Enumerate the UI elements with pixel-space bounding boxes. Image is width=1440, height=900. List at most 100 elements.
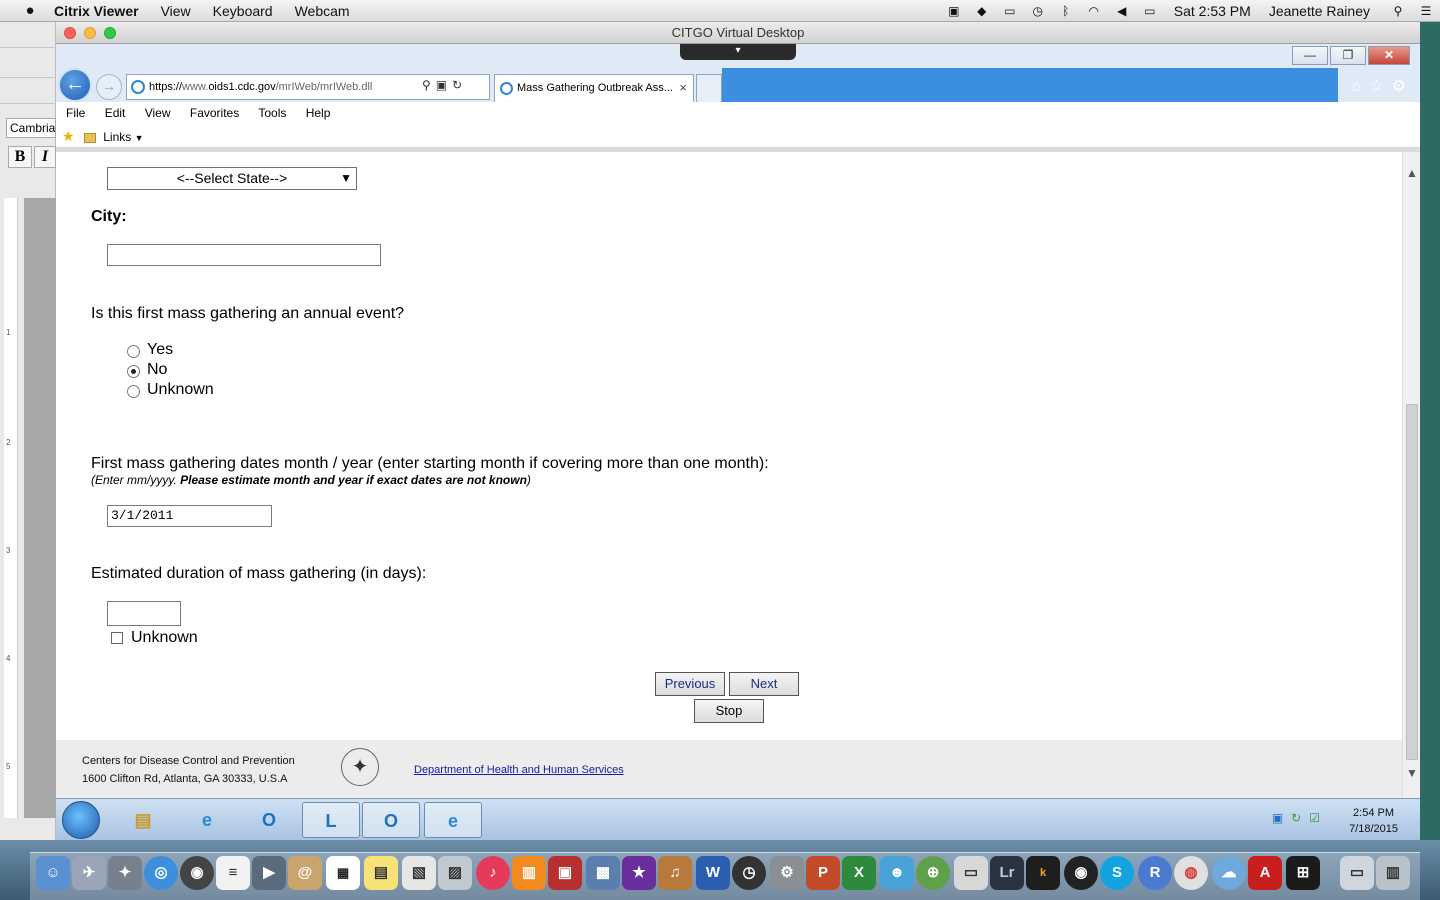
menu-edit[interactable]: Edit [105, 106, 126, 120]
photo-booth-icon[interactable]: ▣ [548, 856, 582, 890]
facetime-icon[interactable]: ▶ [252, 856, 286, 890]
tab-close-icon[interactable]: × [679, 75, 687, 101]
chevron-down-icon[interactable]: ▼ [135, 133, 144, 143]
contacts-people-icon[interactable]: ☻ [880, 856, 914, 890]
search-icon[interactable]: ⚲ [422, 78, 436, 92]
citrix-receiver-icon[interactable]: ⊞ [1286, 856, 1320, 890]
ie-restore-button[interactable]: ❐ [1330, 46, 1366, 65]
citrix-tray-icon[interactable]: ▣ [946, 4, 962, 18]
chrome-icon[interactable]: ◍ [1174, 856, 1208, 890]
menu-view-ie[interactable]: View [145, 106, 171, 120]
excel-icon[interactable]: X [842, 856, 876, 890]
menu-help[interactable]: Help [306, 106, 331, 120]
gear-icon[interactable]: ⚙ [1392, 78, 1414, 95]
new-tab-button[interactable] [696, 74, 722, 102]
tab-mass-gathering[interactable]: Mass Gathering Outbreak Ass... × [494, 74, 694, 102]
time-machine-icon[interactable]: ◷ [1030, 4, 1046, 18]
menubar-clock[interactable]: Sat 2:53 PM [1174, 3, 1251, 19]
add-favorites-icon[interactable]: ★ [62, 128, 75, 144]
itunes-icon[interactable]: ♪ [476, 856, 510, 890]
dashboard-icon[interactable]: ◉ [180, 856, 214, 890]
next-button[interactable]: Next [729, 672, 799, 696]
outlook-window-icon[interactable]: O [362, 802, 420, 838]
home-icon[interactable]: ⌂ [1352, 78, 1370, 95]
system-preferences-icon[interactable]: ⚙ [770, 856, 804, 890]
acrobat-icon[interactable]: A [1248, 856, 1282, 890]
duration-unknown-checkbox[interactable] [111, 632, 123, 644]
hhs-link[interactable]: Department of Health and Human Services [414, 764, 624, 776]
sync-tray-icon[interactable]: ↻ [1291, 811, 1309, 825]
ie-window-icon[interactable]: e [424, 802, 482, 838]
forward-arrow-icon[interactable]: → [96, 74, 122, 100]
word-font-name-box[interactable]: Cambria [6, 118, 56, 138]
ie-minimize-button[interactable]: — [1292, 46, 1328, 65]
apple-menu-icon[interactable]: ● [20, 2, 40, 19]
scroll-down-icon[interactable]: ▼ [1405, 766, 1419, 780]
menu-file[interactable]: File [66, 106, 85, 120]
menu-tools[interactable]: Tools [258, 106, 286, 120]
r-app-icon[interactable]: R [1138, 856, 1172, 890]
citrix-toolbar-handle[interactable]: ▾ [680, 44, 796, 60]
downloads-folder-icon[interactable]: ▭ [1340, 856, 1374, 890]
volume-icon[interactable]: ◀ [1114, 4, 1130, 18]
imovie-icon[interactable]: ★ [622, 856, 656, 890]
annual-radio-yes[interactable] [127, 345, 140, 358]
page-scrollbar[interactable]: ▲ ▼ [1402, 152, 1420, 798]
printer-icon[interactable]: ▭ [954, 856, 988, 890]
time-machine-dock-icon[interactable]: ◷ [732, 856, 766, 890]
dropbox-icon[interactable]: ◆ [974, 4, 990, 18]
download-globe-icon[interactable]: ⊕ [916, 856, 950, 890]
word-italic-button[interactable]: I [34, 146, 56, 168]
battery-icon[interactable]: ▭ [1142, 4, 1158, 18]
wifi-icon[interactable]: ◠ [1086, 4, 1102, 18]
menu-favorites[interactable]: Favorites [190, 106, 239, 120]
outlook-icon[interactable]: O [240, 802, 298, 838]
zoom-window-icon[interactable] [104, 27, 116, 39]
notification-center-icon[interactable]: ☰ [1418, 4, 1434, 18]
airplay-icon[interactable]: ▭ [1002, 4, 1018, 18]
links-folder[interactable]: Links [103, 130, 131, 144]
state-select[interactable]: <--Select State--> ▼ [107, 167, 357, 190]
city-input[interactable] [107, 244, 381, 266]
favorites-star-icon[interactable]: ☆ [1369, 78, 1391, 95]
menubar-user[interactable]: Jeanette Rainey [1269, 3, 1370, 19]
photos-icon[interactable]: ▨ [438, 856, 472, 890]
skype-icon[interactable]: S [1100, 856, 1134, 890]
minimize-window-icon[interactable] [84, 27, 96, 39]
windows-clock[interactable]: 2:54 PM 7/18/2015 [1349, 805, 1398, 837]
back-arrow-icon[interactable]: ← [58, 68, 92, 102]
stickies-icon[interactable]: ▤ [364, 856, 398, 890]
kindle-icon[interactable]: k [1026, 856, 1060, 890]
outlook-tray-icon[interactable]: ▣ [1272, 811, 1291, 825]
bluetooth-icon[interactable]: ᛒ [1058, 4, 1074, 18]
safari-icon[interactable]: ◎ [144, 856, 178, 890]
check-tray-icon[interactable]: ☑ [1309, 811, 1328, 825]
iphoto-icon[interactable]: ▩ [586, 856, 620, 890]
annual-radio-no[interactable] [127, 365, 140, 378]
launchpad-icon[interactable]: ✦ [108, 856, 142, 890]
lync-icon[interactable]: L [302, 802, 360, 838]
scrollbar-thumb[interactable] [1406, 404, 1418, 760]
preview-icon[interactable]: ▧ [402, 856, 436, 890]
calendar-icon[interactable]: ▦ [326, 856, 360, 890]
mail-stamp-icon[interactable]: ✈ [72, 856, 106, 890]
ibooks-icon[interactable]: ▥ [512, 856, 546, 890]
scroll-up-icon[interactable]: ▲ [1405, 166, 1419, 180]
internet-explorer-icon[interactable]: e [178, 802, 236, 838]
menu-keyboard[interactable]: Keyboard [213, 3, 273, 19]
previous-button[interactable]: Previous [655, 672, 725, 696]
windows-start-icon[interactable] [62, 801, 100, 839]
aperture-icon[interactable]: ◉ [1064, 856, 1098, 890]
menu-view[interactable]: View [161, 3, 191, 19]
explorer-folder-icon[interactable]: ▤ [114, 802, 172, 838]
close-window-icon[interactable] [64, 27, 76, 39]
garageband-icon[interactable]: ♫ [658, 856, 692, 890]
menu-webcam[interactable]: Webcam [295, 3, 350, 19]
contacts-icon[interactable]: @ [288, 856, 322, 890]
word-icon[interactable]: W [696, 856, 730, 890]
messages-icon[interactable]: ☁ [1212, 856, 1246, 890]
spotlight-icon[interactable]: ⚲ [1390, 4, 1406, 18]
dates-input[interactable]: 3/1/2011 [107, 505, 272, 527]
lightroom-icon[interactable]: Lr [990, 856, 1024, 890]
stop-button[interactable]: Stop [694, 699, 764, 723]
